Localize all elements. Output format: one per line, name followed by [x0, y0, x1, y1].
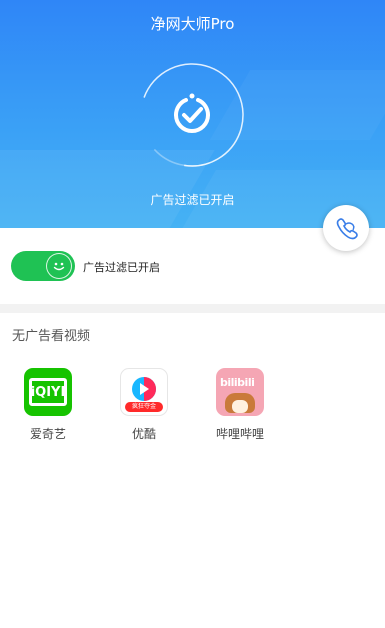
toggle-label: 广告过滤已开启	[83, 261, 160, 274]
hero-banner: 净网大师Pro 广告过滤已开启	[0, 0, 385, 228]
app-name: 爱奇艺	[29, 427, 66, 441]
shield-status-ring-icon	[140, 63, 244, 167]
app-name: 优酷	[131, 427, 156, 441]
section-divider	[0, 304, 385, 313]
app-list: iQIYI 爱奇艺 疯狂夺金 优酷 bilibili 哔哩哔哩	[0, 368, 385, 448]
youku-logo-icon: 疯狂夺金	[120, 368, 168, 416]
section-title: 无广告看视频	[12, 329, 91, 344]
app-name: 哔哩哔哩	[215, 427, 264, 441]
ad-filter-toggle[interactable]	[11, 251, 75, 281]
ad-filter-row: 广告过滤已开启	[0, 236, 385, 296]
bilibili-logo-icon: bilibili	[216, 368, 264, 416]
app-item-bilibili[interactable]: bilibili 哔哩哔哩	[205, 368, 275, 442]
smile-icon	[46, 253, 72, 279]
app-title: 净网大师Pro	[150, 15, 235, 33]
app-item-youku[interactable]: 疯狂夺金 优酷	[109, 368, 179, 442]
iqiyi-logo-icon: iQIYI	[24, 368, 72, 416]
app-item-iqiyi[interactable]: iQIYI 爱奇艺	[13, 368, 83, 442]
filter-status-text: 广告过滤已开启	[150, 193, 235, 207]
